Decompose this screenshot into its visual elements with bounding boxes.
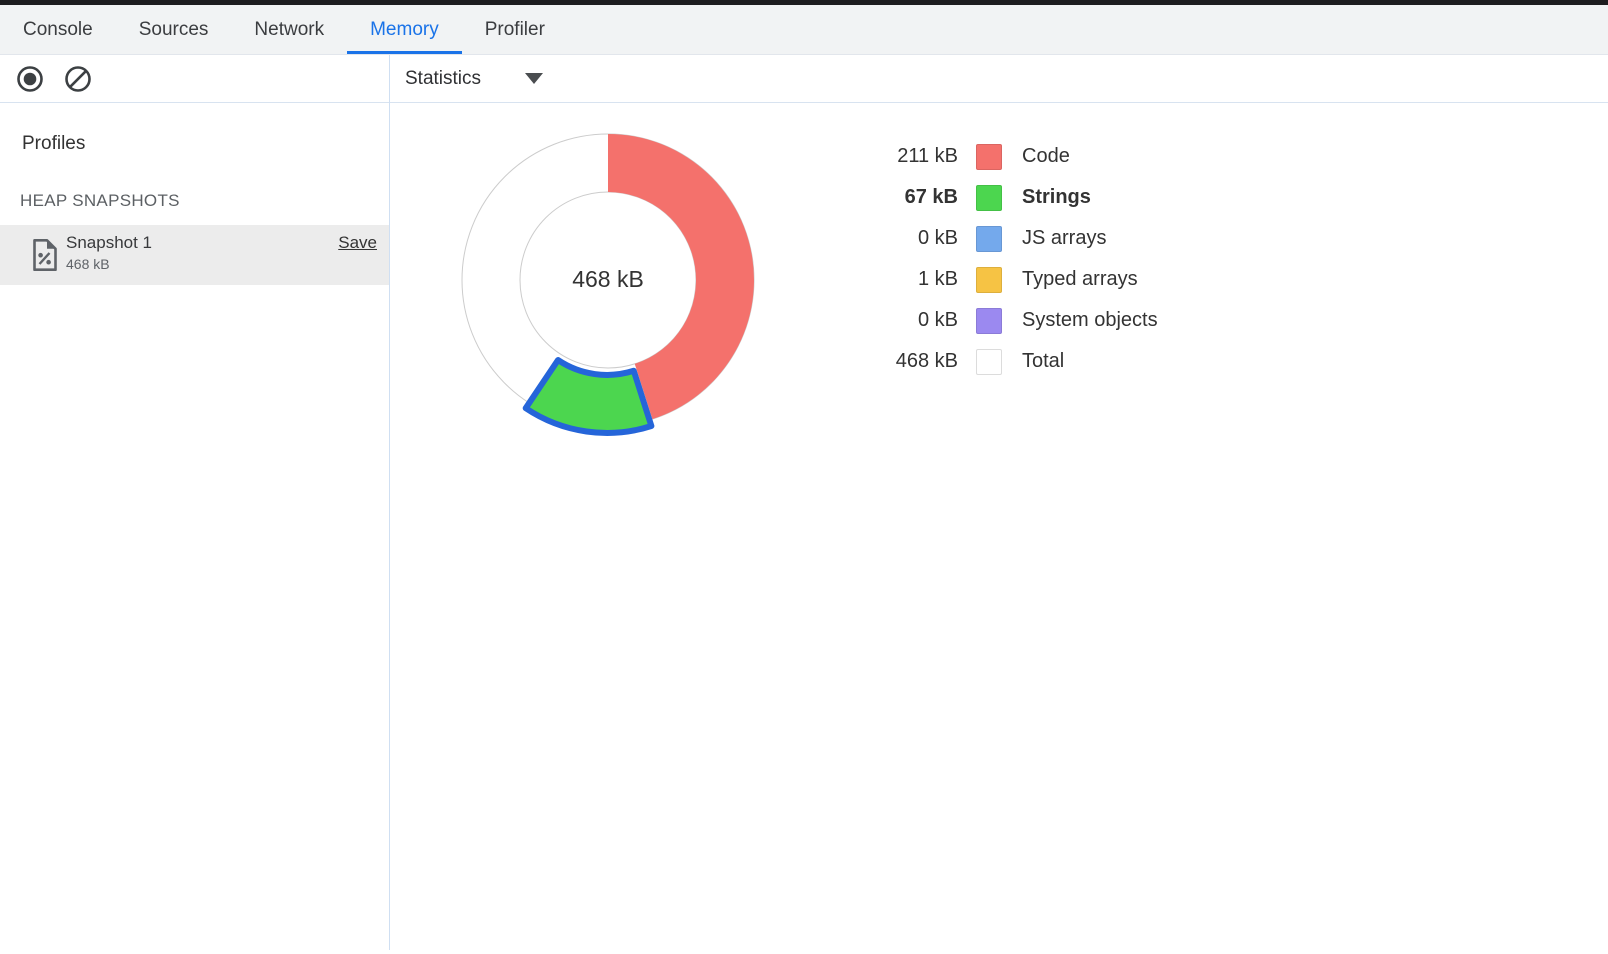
tab-console[interactable]: Console [0,5,116,54]
legend-value: 0 kB [858,227,958,250]
legend-label: Typed arrays [1022,268,1138,291]
chart-legend: 211 kB Code 67 kB Strings 0 kB JS arrays… [858,136,1158,382]
legend-row-system-objects[interactable]: 0 kB System objects [858,300,1158,341]
tab-memory[interactable]: Memory [347,5,462,54]
js-arrays-color-swatch [976,226,1002,252]
snapshot-size: 468 kB [66,256,110,272]
chevron-down-icon [525,73,543,84]
legend-label: Strings [1022,186,1091,209]
save-snapshot-link[interactable]: Save [338,233,377,253]
donut-center-total-label: 468 kB [572,266,644,292]
tab-network[interactable]: Network [231,5,347,54]
heap-snapshots-section-title: HEAP SNAPSHOTS [20,191,180,211]
legend-label: Code [1022,145,1070,168]
code-color-swatch [976,144,1002,170]
heap-snapshot-file-icon [30,238,60,272]
view-selector-dropdown[interactable]: Statistics [405,55,543,102]
memory-toolbar: Statistics [0,55,1608,103]
profiles-header: Profiles [22,133,85,155]
snapshot-title: Snapshot 1 [66,233,152,253]
legend-label: System objects [1022,309,1158,332]
legend-value: 211 kB [858,145,958,168]
legend-label: JS arrays [1022,227,1106,250]
clear-profiles-button[interactable] [64,65,92,93]
snapshot-list-item[interactable]: Snapshot 1 468 kB Save [0,225,389,285]
legend-row-typed-arrays[interactable]: 1 kB Typed arrays [858,259,1158,300]
system-objects-color-swatch [976,308,1002,334]
devtools-tab-bar: Console Sources Network Memory Profiler [0,5,1608,55]
legend-row-js-arrays[interactable]: 0 kB JS arrays [858,218,1158,259]
record-heap-snapshot-button[interactable] [16,65,44,93]
panel-divider[interactable] [389,55,390,950]
legend-label: Total [1022,350,1064,373]
legend-value: 1 kB [858,268,958,291]
legend-row-total[interactable]: 468 kB Total [858,341,1158,382]
clear-icon [64,65,92,93]
typed-arrays-color-swatch [976,267,1002,293]
strings-color-swatch [976,185,1002,211]
legend-row-code[interactable]: 211 kB Code [858,136,1158,177]
heap-statistics-donut-chart[interactable]: 468 kB [443,115,773,445]
record-icon [16,65,44,93]
tab-sources[interactable]: Sources [116,5,232,54]
legend-row-strings[interactable]: 67 kB Strings [858,177,1158,218]
donut-slice-strings[interactable] [526,360,652,433]
total-color-swatch [976,349,1002,375]
legend-value: 468 kB [858,350,958,373]
legend-value: 0 kB [858,309,958,332]
tab-profiler[interactable]: Profiler [462,5,568,54]
view-selector-value: Statistics [405,68,481,90]
legend-value: 67 kB [858,186,958,209]
